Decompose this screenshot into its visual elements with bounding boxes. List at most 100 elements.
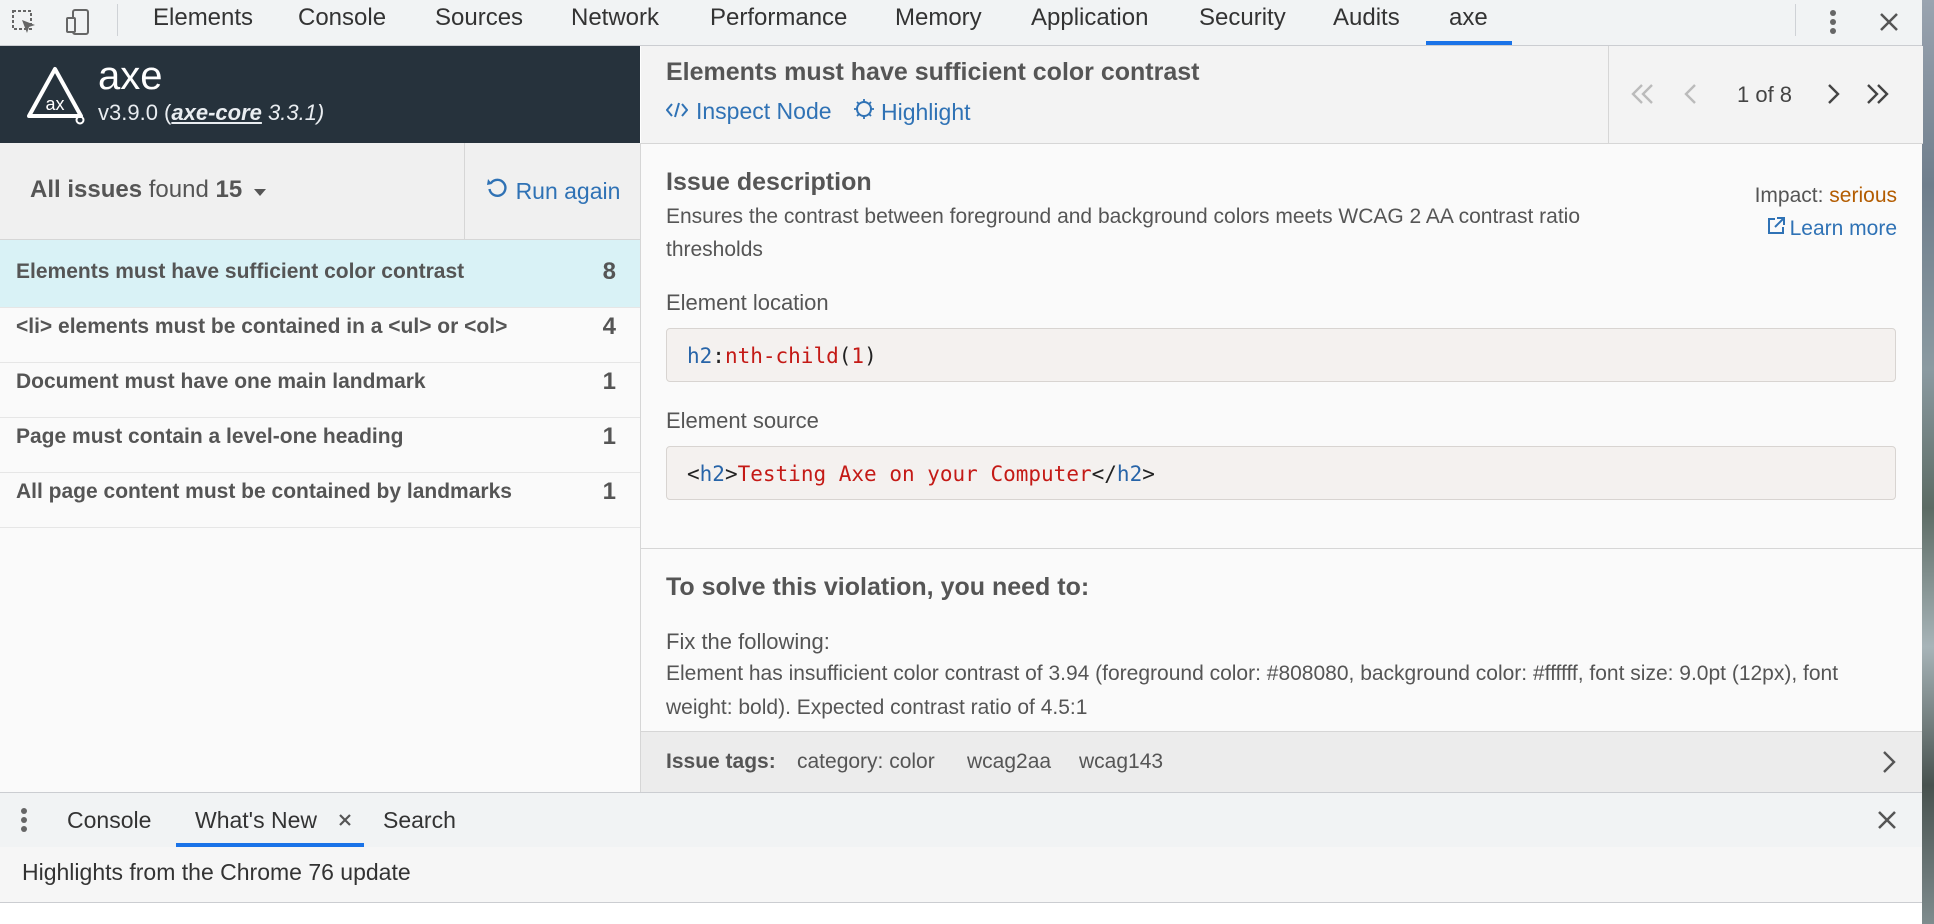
source-tag: h2 <box>699 462 725 486</box>
issue-tag: wcag2aa <box>967 750 1052 773</box>
active-tab-indicator <box>1426 41 1512 45</box>
issue-pager: 1 of 8 <box>1608 46 1923 144</box>
toolbar-divider <box>1795 4 1796 36</box>
chevron-right-icon[interactable] <box>1871 744 1907 780</box>
toolbar-divider <box>117 4 118 36</box>
devtools-tab-bar: Elements Console Sources Network Perform… <box>0 0 1922 46</box>
source-lt: < <box>687 462 700 486</box>
core-version: 3.3.1) <box>261 100 325 125</box>
page-indicator: 1 of 8 <box>1737 82 1793 107</box>
close-tab-icon[interactable] <box>334 809 356 831</box>
issue-count: 1 <box>602 368 616 395</box>
learn-more-link[interactable]: Learn more <box>1766 216 1897 242</box>
drawer-tab-bar: Console What's New Search <box>0 792 1922 848</box>
found-text: found <box>142 176 216 203</box>
issue-row[interactable]: All page content must be contained by la… <box>0 460 640 528</box>
issue-name: <li> elements must be contained in a <ul… <box>16 315 508 338</box>
tab-application[interactable]: Application <box>1031 0 1148 35</box>
issue-count: 1 <box>602 478 616 505</box>
source-gt: > <box>724 462 738 486</box>
issue-description-heading: Issue description <box>666 168 872 196</box>
external-link-icon <box>1766 216 1786 242</box>
source-close-tag: h2 <box>1116 462 1143 486</box>
inspect-element-icon[interactable] <box>8 6 40 38</box>
issues-total: 15 <box>215 176 243 203</box>
refresh-icon <box>486 177 508 205</box>
issue-name: Document must have one main landmark <box>16 370 426 393</box>
issues-filter-bar: All issues found 15 Run again <box>0 143 640 240</box>
tab-network[interactable]: Network <box>571 0 659 35</box>
desktop-background-edge <box>1922 0 1934 924</box>
selector-pseudo: nth-child <box>724 344 839 368</box>
filter-label: All issues <box>30 176 143 203</box>
more-options-icon[interactable] <box>1817 6 1849 38</box>
svg-text:ax: ax <box>45 94 64 114</box>
element-location-code: h2:nth-child(1) <box>666 328 1896 382</box>
tab-memory[interactable]: Memory <box>895 0 982 35</box>
solve-heading: To solve this violation, you need to: <box>666 573 1090 601</box>
selector-index: 1 <box>851 344 865 368</box>
impact-value: serious <box>1829 184 1897 207</box>
tab-console[interactable]: Console <box>298 0 386 35</box>
rule-title: Elements must have sufficient color cont… <box>666 58 1200 86</box>
issue-count: 4 <box>602 313 616 340</box>
axe-header: ax axe v3.9.0 (axe-core 3.3.1) <box>0 46 640 143</box>
source-close-gt: > <box>1142 462 1155 486</box>
issues-filter-dropdown[interactable]: All issues found 15 <box>30 176 267 205</box>
issue-count: 1 <box>602 423 616 450</box>
issue-tag: category: color <box>797 750 935 773</box>
previous-page-icon[interactable] <box>1673 76 1709 112</box>
caret-down-icon <box>253 177 267 205</box>
tab-axe[interactable]: axe <box>1449 0 1488 35</box>
axe-logo-icon: ax <box>24 64 86 126</box>
highlight-icon <box>853 98 875 126</box>
close-drawer-icon[interactable] <box>1874 807 1900 833</box>
issue-name: Elements must have sufficient color cont… <box>16 260 465 283</box>
first-page-icon[interactable] <box>1625 76 1661 112</box>
highlight-link[interactable]: Highlight <box>853 98 971 126</box>
inspect-node-label: Inspect Node <box>696 98 832 124</box>
selector-paren-close: ) <box>864 344 877 368</box>
impact-label: Impact: serious <box>1755 184 1897 208</box>
selector-tag: h2 <box>687 344 713 368</box>
drawer-tab-whats-new[interactable]: What's New <box>195 793 317 847</box>
tab-audits[interactable]: Audits <box>1333 0 1400 35</box>
run-again-label: Run again <box>515 177 621 204</box>
issue-detail: Issue description Ensures the contrast b… <box>641 144 1922 549</box>
device-toolbar-icon[interactable] <box>62 6 94 38</box>
inspect-node-link[interactable]: Inspect Node <box>665 98 832 125</box>
next-page-icon[interactable] <box>1815 76 1851 112</box>
fix-label: Fix the following: <box>666 629 830 654</box>
source-close-lt: </ <box>1091 462 1117 486</box>
tab-performance[interactable]: Performance <box>710 0 847 35</box>
selector-paren-open: ( <box>838 344 852 368</box>
tab-elements[interactable]: Elements <box>153 0 253 35</box>
close-devtools-icon[interactable] <box>1873 6 1905 38</box>
element-source-label: Element source <box>666 408 819 433</box>
axe-core-link[interactable]: axe-core <box>171 100 262 125</box>
drawer-body <box>0 903 1922 924</box>
axe-version: v3.9.0 (axe-core 3.3.1) <box>98 100 324 126</box>
issue-description-text: Ensures the contrast between foreground … <box>666 205 1580 261</box>
run-again-button[interactable]: Run again <box>464 143 641 239</box>
issue-tags-bar[interactable]: Issue tags: category: color wcag2aa wcag… <box>641 731 1922 793</box>
learn-more-label: Learn more <box>1789 217 1897 240</box>
selector-colon: : <box>712 344 725 368</box>
issue-tags-label: Issue tags: <box>666 750 776 773</box>
code-icon <box>665 98 689 125</box>
drawer-tab-search[interactable]: Search <box>383 793 456 847</box>
tab-security[interactable]: Security <box>1199 0 1286 35</box>
whats-new-panel: Highlights from the Chrome 76 update <box>0 847 1922 903</box>
element-source-code: <h2>Testing Axe on your Computer</h2> <box>666 446 1896 500</box>
source-text: Testing Axe on your Computer <box>737 462 1092 486</box>
fix-text: Element has insufficient color contrast … <box>666 662 1839 719</box>
tab-sources[interactable]: Sources <box>435 0 523 35</box>
last-page-icon[interactable] <box>1859 76 1895 112</box>
issue-tag: wcag143 <box>1079 750 1164 773</box>
highlight-label: Highlight <box>881 98 971 125</box>
element-location-label: Element location <box>666 290 829 315</box>
rule-header: Elements must have sufficient color cont… <box>641 46 1608 144</box>
drawer-tab-console[interactable]: Console <box>67 793 151 847</box>
issues-panel: All issues found 15 Run again Elements m… <box>0 143 641 792</box>
drawer-menu-icon[interactable] <box>14 805 34 835</box>
